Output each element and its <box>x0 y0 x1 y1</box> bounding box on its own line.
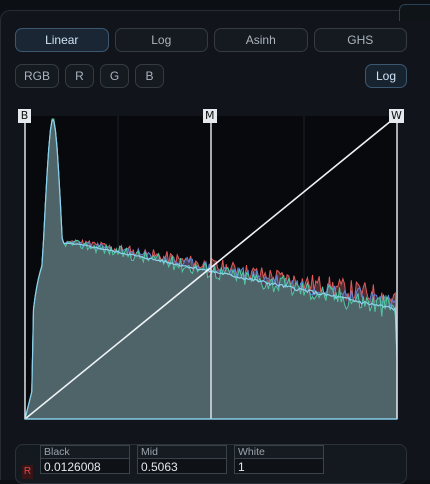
channel-indicator-chip: R <box>22 465 33 479</box>
stretch-asinh-button[interactable]: Asinh <box>214 28 308 52</box>
channel-r-button[interactable]: R <box>65 64 94 88</box>
levels-values-row: R Black 0.0126008 Mid 0.5063 White 1 <box>15 444 407 484</box>
histogram-chart[interactable]: B M W <box>15 105 407 425</box>
mid-label: Mid <box>137 445 227 458</box>
stretch-ghs-button[interactable]: GHS <box>313 28 407 52</box>
black-label: Black <box>40 445 130 458</box>
channel-rgb-button[interactable]: RGB <box>15 64 59 88</box>
stretch-linear-button[interactable]: Linear <box>15 28 109 52</box>
log-scale-toggle[interactable]: Log <box>365 64 407 88</box>
mid-value-input[interactable]: 0.5063 <box>137 458 227 474</box>
white-label: White <box>234 445 324 458</box>
white-value-input[interactable]: 1 <box>234 458 324 474</box>
black-value-input[interactable]: 0.0126008 <box>40 458 130 474</box>
white-point-handle[interactable]: W <box>389 109 404 123</box>
stretch-log-button[interactable]: Log <box>114 28 208 52</box>
channel-group: RGB R G B Log <box>15 64 407 88</box>
channel-g-button[interactable]: G <box>100 64 129 88</box>
histogram-svg <box>24 115 398 420</box>
corner-tab[interactable] <box>399 4 430 21</box>
stretch-mode-group: Linear Log Asinh GHS <box>15 28 407 54</box>
mid-point-handle[interactable]: M <box>203 109 217 123</box>
black-point-handle[interactable]: B <box>18 109 31 123</box>
channel-b-button[interactable]: B <box>135 64 164 88</box>
